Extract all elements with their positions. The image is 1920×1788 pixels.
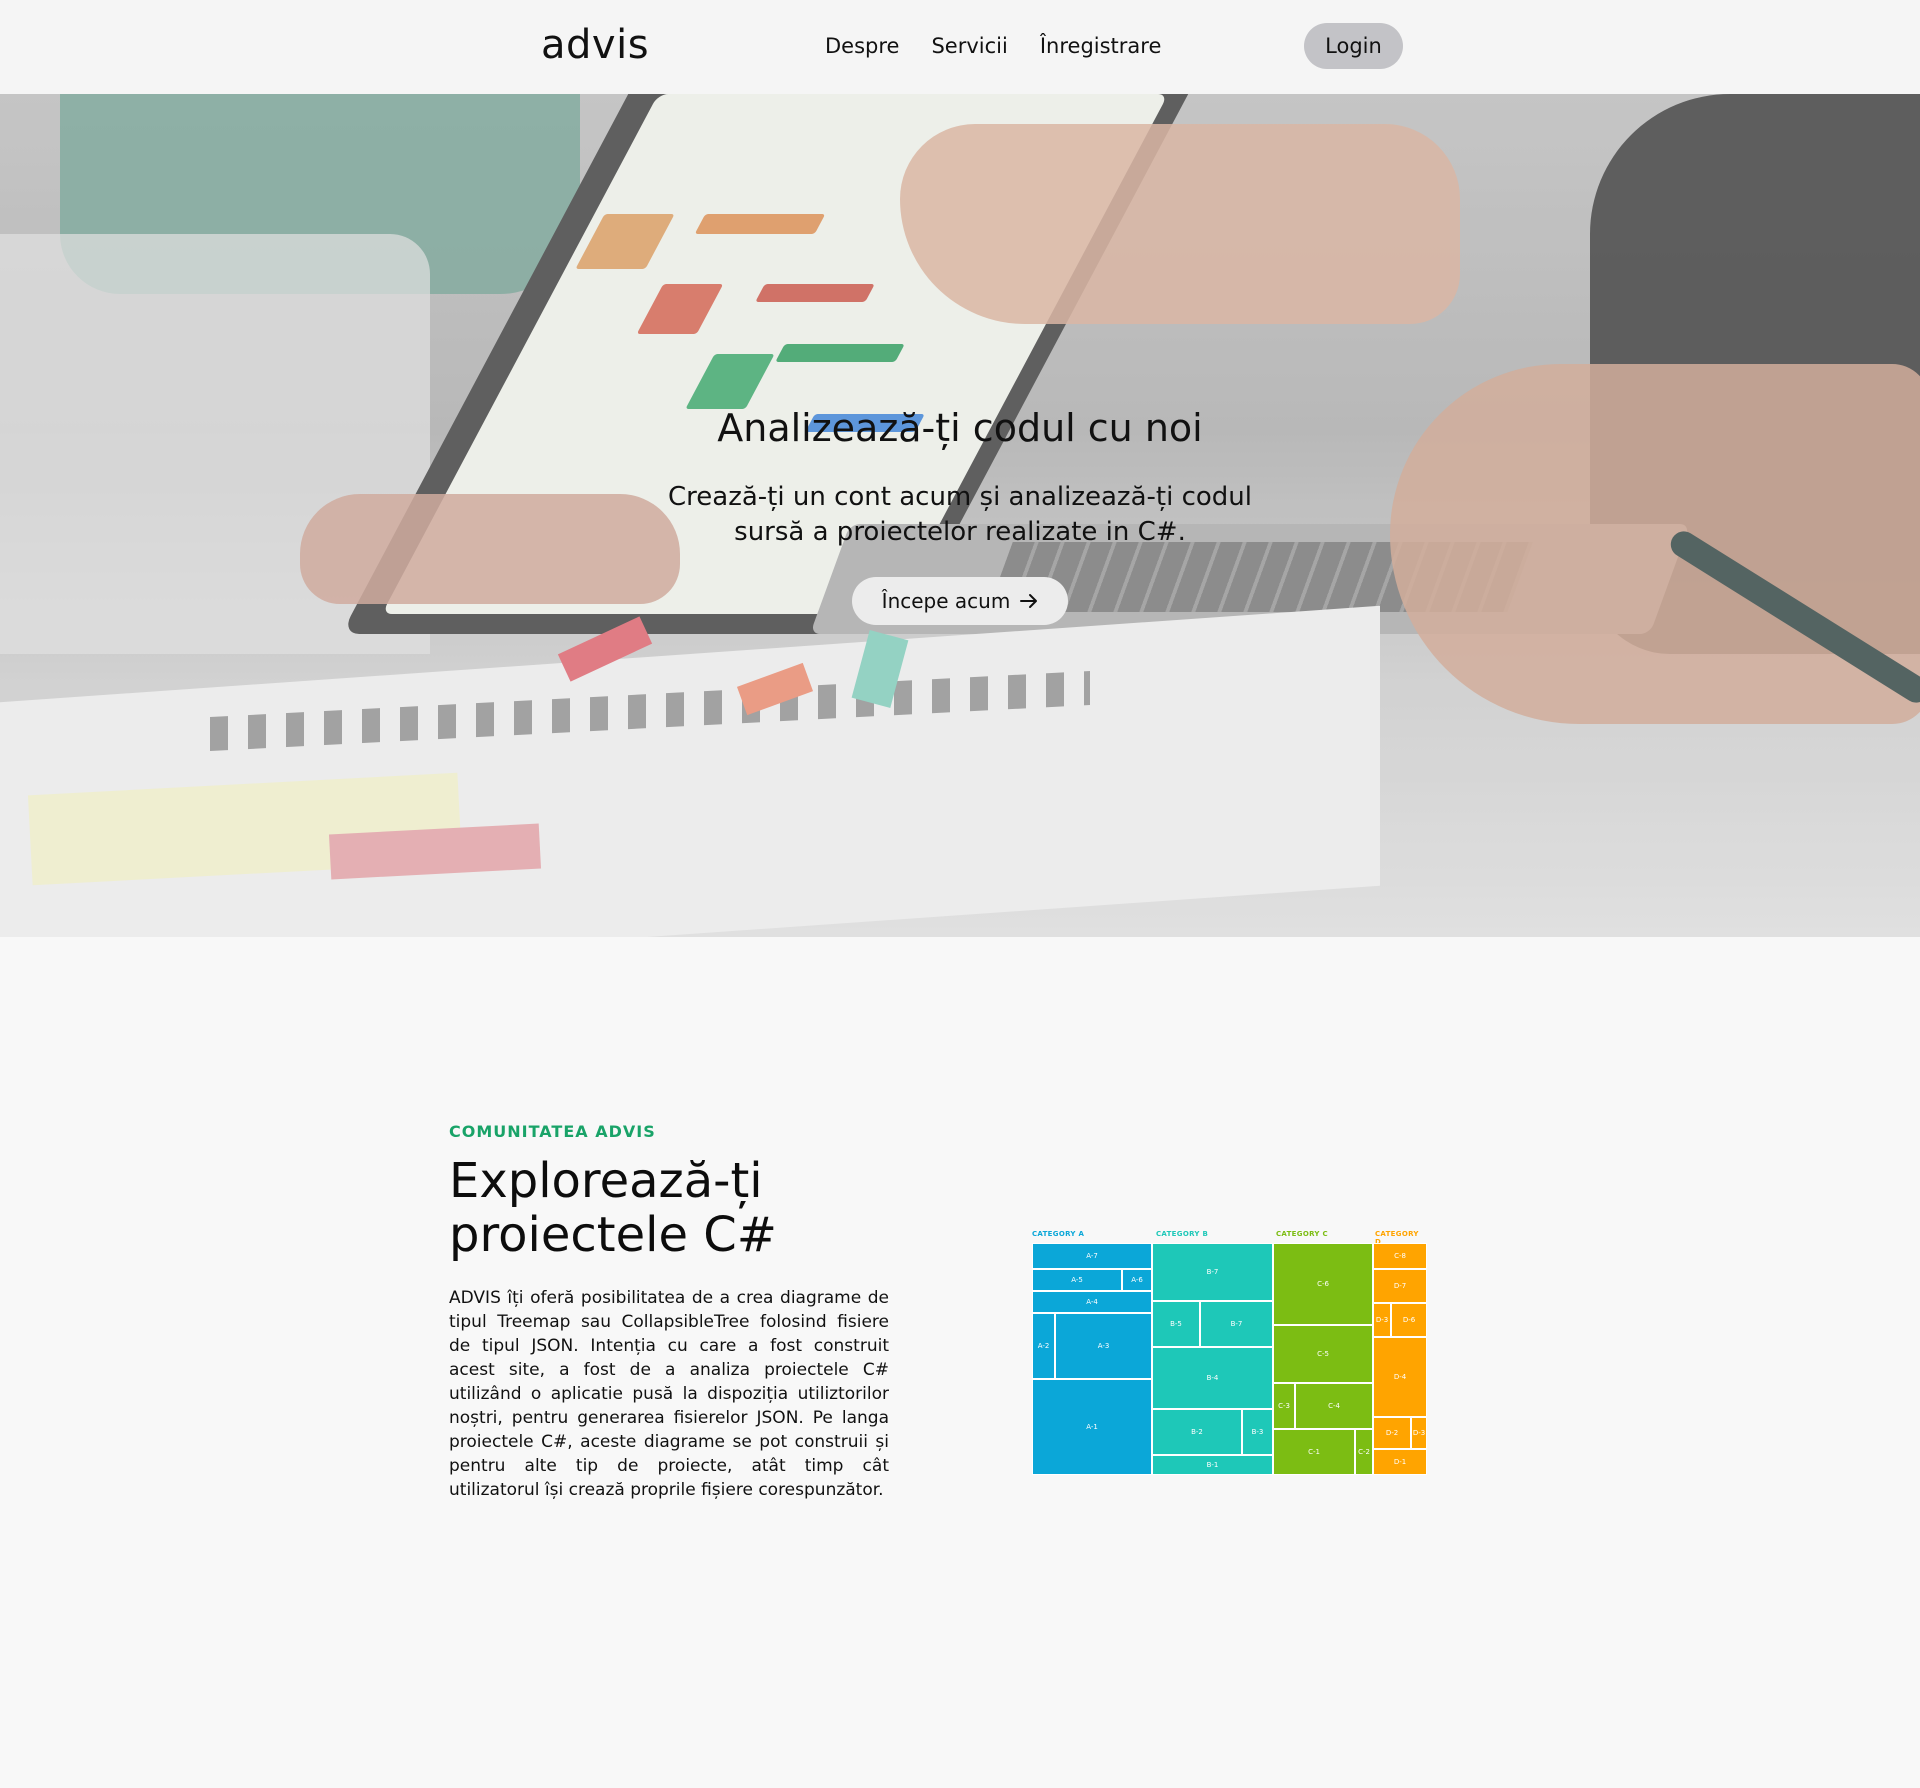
treemap-category-label: CATEGORY C: [1276, 1230, 1328, 1238]
treemap-tile: B-5: [1152, 1301, 1200, 1347]
treemap-tile: B-2: [1152, 1409, 1242, 1455]
treemap-tile: D-1: [1373, 1449, 1427, 1475]
treemap-tile: C-2: [1355, 1429, 1373, 1475]
treemap-tile: B-4: [1152, 1347, 1273, 1409]
hero-content: Analizează-ți codul cu noi Crează-ți un …: [0, 94, 1920, 937]
start-now-label: Începe acum: [881, 589, 1011, 613]
treemap-tile: A-1: [1032, 1379, 1152, 1475]
nav-link-servicii[interactable]: Servicii: [931, 34, 1007, 58]
logo[interactable]: advis: [541, 22, 649, 68]
treemap-tile: A-7: [1032, 1243, 1152, 1269]
treemap-tile: A-5: [1032, 1269, 1122, 1291]
hero-section: Analizează-ți codul cu noi Crează-ți un …: [0, 94, 1920, 937]
treemap-tile: B-1: [1152, 1455, 1273, 1475]
treemap-tile: D-6: [1391, 1303, 1427, 1337]
treemap-tile: A-2: [1032, 1313, 1055, 1379]
treemap-tile: C-6: [1273, 1243, 1373, 1325]
treemap-tile: A-6: [1122, 1269, 1152, 1291]
treemap-tile: B-7: [1152, 1243, 1273, 1301]
hero-subtitle: Crează-ți un cont acum și analizează-ți …: [668, 482, 1252, 547]
nav-link-inregistrare[interactable]: Înregistrare: [1040, 34, 1162, 58]
treemap-diagram: CATEGORY A CATEGORY B CATEGORY C CATEGOR…: [1032, 1230, 1427, 1475]
treemap-tile: A-4: [1032, 1291, 1152, 1313]
treemap-tile: C-8: [1373, 1243, 1427, 1269]
treemap-category-label: CATEGORY B: [1156, 1230, 1209, 1238]
treemap-tile: C-5: [1273, 1325, 1373, 1383]
site-header: advis Despre Servicii Înregistrare Login: [0, 0, 1920, 94]
treemap-tile: B-7: [1200, 1301, 1273, 1347]
treemap-tile: D-2: [1373, 1417, 1411, 1449]
treemap-tile: D-4: [1373, 1337, 1427, 1417]
section-title: Explorează-ți proiectele C#: [449, 1153, 777, 1263]
treemap-category-label: CATEGORY A: [1032, 1230, 1085, 1238]
section-description: ADVIS îți oferă posibilitatea de a crea …: [449, 1288, 889, 1500]
treemap-tile: D-3: [1373, 1303, 1391, 1337]
treemap-tile: B-3: [1242, 1409, 1273, 1455]
treemap-tile: D-3: [1411, 1417, 1427, 1449]
start-now-button[interactable]: Începe acum: [852, 577, 1068, 625]
section-eyebrow: COMUNITATEA ADVIS: [449, 1122, 656, 1141]
arrow-right-icon: [1020, 594, 1038, 608]
treemap-tile: D-7: [1373, 1269, 1427, 1303]
treemap-tile: A-3: [1055, 1313, 1152, 1379]
login-button[interactable]: Login: [1304, 23, 1403, 69]
nav-link-despre[interactable]: Despre: [825, 34, 899, 58]
hero-title: Analizează-ți codul cu noi: [717, 406, 1203, 450]
treemap-tile: C-4: [1295, 1383, 1373, 1429]
main-nav: Despre Servicii Înregistrare: [825, 34, 1161, 58]
treemap-tile: C-3: [1273, 1383, 1295, 1429]
treemap-tile: C-1: [1273, 1429, 1355, 1475]
